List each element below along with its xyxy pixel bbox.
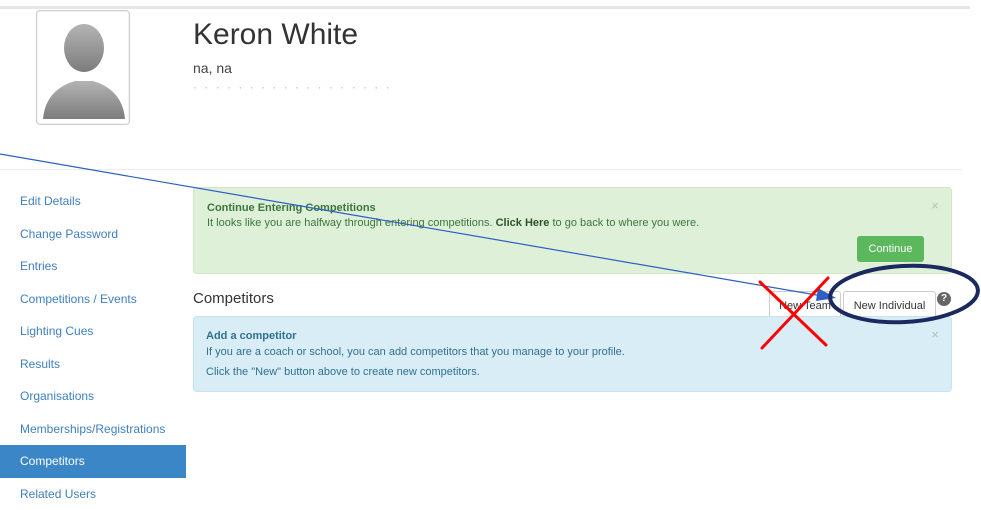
- close-icon[interactable]: ×: [931, 198, 939, 213]
- sidebar-item-related-users[interactable]: Related Users: [20, 478, 186, 510]
- help-icon[interactable]: ?: [937, 292, 951, 306]
- header-divider: [0, 169, 962, 170]
- profile-subtext: · · · · · · · · · · · · · · · · · ·: [193, 80, 392, 94]
- competitors-heading: Competitors: [193, 290, 274, 307]
- profile-location: na, na: [193, 60, 232, 76]
- info-line-1: If you are a coach or school, you can ad…: [206, 346, 625, 358]
- profile-name: Keron White: [193, 18, 358, 52]
- sidebar-item-competitions-events[interactable]: Competitions / Events: [20, 283, 186, 316]
- sidebar-item-edit-details[interactable]: Edit Details: [20, 185, 186, 218]
- sidebar-nav: Edit Details Change Password Entries Com…: [20, 185, 186, 510]
- info-title: Add a competitor: [206, 330, 296, 342]
- alert-message: It looks like you are halfway through en…: [207, 217, 699, 229]
- top-divider: [0, 6, 970, 9]
- continue-entering-alert: Continue Entering Competitions It looks …: [193, 187, 952, 274]
- sidebar-item-competitors[interactable]: Competitors: [0, 445, 186, 478]
- continue-button[interactable]: Continue: [857, 236, 924, 262]
- sidebar-item-lighting-cues[interactable]: Lighting Cues: [20, 315, 186, 348]
- sidebar-item-results[interactable]: Results: [20, 348, 186, 381]
- sidebar-item-change-password[interactable]: Change Password: [20, 218, 186, 251]
- alert-title: Continue Entering Competitions: [207, 202, 376, 214]
- add-competitor-alert: Add a competitor If you are a coach or s…: [193, 316, 952, 392]
- click-here-link[interactable]: Click Here: [496, 217, 550, 229]
- person-silhouette-icon: [37, 11, 129, 124]
- info-line-2: Click the "New" button above to create n…: [206, 366, 480, 378]
- sidebar-item-memberships-registrations[interactable]: Memberships/Registrations: [20, 413, 186, 446]
- sidebar-item-organisations[interactable]: Organisations: [20, 380, 186, 413]
- close-icon[interactable]: ×: [931, 327, 939, 342]
- sidebar-item-entries[interactable]: Entries: [20, 250, 186, 283]
- avatar: [36, 10, 130, 125]
